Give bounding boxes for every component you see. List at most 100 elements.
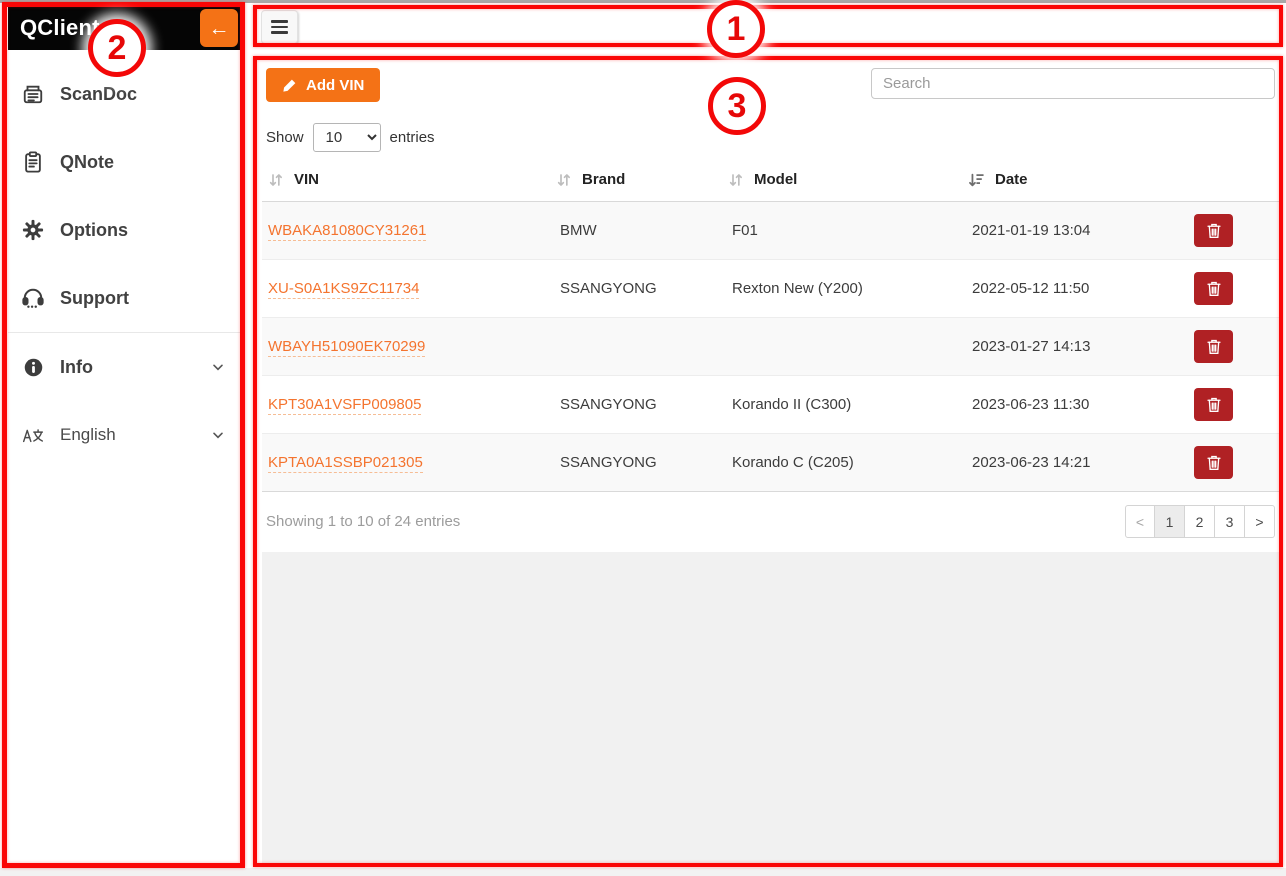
headset-icon	[20, 287, 46, 309]
actions-cell	[1184, 202, 1279, 260]
pagination-page-button[interactable]: 1	[1155, 505, 1185, 538]
brand-cell	[550, 318, 722, 376]
vin-table: VIN Brand	[262, 162, 1279, 492]
hamburger-icon	[271, 20, 288, 23]
sidebar-collapse-button[interactable]: ←	[200, 9, 238, 47]
model-cell	[722, 318, 962, 376]
column-header-actions	[1184, 162, 1279, 202]
arrow-left-icon: ←	[209, 18, 230, 39]
table-row: KPT30A1VSFP009805SSANGYONGKorando II (C3…	[262, 376, 1279, 434]
gear-icon	[20, 219, 46, 241]
trash-icon	[1206, 222, 1222, 239]
table-toolbar: Add VIN	[262, 61, 1279, 102]
pagination-page-button[interactable]: 3	[1215, 505, 1245, 538]
sidebar-item-info[interactable]: Info	[8, 333, 240, 401]
trash-icon	[1206, 396, 1222, 413]
brand-cell: SSANGYONG	[550, 434, 722, 492]
brand-cell: SSANGYONG	[550, 260, 722, 318]
pencil-icon	[282, 78, 297, 93]
vin-link[interactable]: XU-S0A1KS9ZC11734	[268, 280, 419, 299]
model-cell: Korando C (C205)	[722, 434, 962, 492]
show-label: Show	[266, 129, 304, 146]
delete-button[interactable]	[1194, 272, 1233, 305]
info-icon	[20, 357, 46, 378]
sort-icon	[268, 172, 283, 188]
column-header-brand[interactable]: Brand	[550, 162, 722, 202]
sidebar-item-language[interactable]: English	[8, 401, 240, 469]
trash-icon	[1206, 454, 1222, 471]
sidebar-item-support[interactable]: Support	[8, 264, 240, 332]
main-content: Add VIN Show 10 entries	[262, 61, 1279, 863]
vin-cell: KPT30A1VSFP009805	[262, 376, 550, 434]
sidebar-item-label: Support	[60, 288, 129, 309]
column-header-model[interactable]: Model	[722, 162, 962, 202]
model-cell: F01	[722, 202, 962, 260]
vin-link[interactable]: KPT30A1VSFP009805	[268, 396, 421, 415]
date-cell: 2023-06-23 14:21	[962, 434, 1184, 492]
actions-cell	[1184, 376, 1279, 434]
table-footer: Showing 1 to 10 of 24 entries <123>	[262, 492, 1279, 552]
content-background	[262, 552, 1279, 863]
sort-icon	[556, 172, 571, 188]
brand-cell: SSANGYONG	[550, 376, 722, 434]
date-cell: 2022-05-12 11:50	[962, 260, 1184, 318]
vin-cell: KPTA0A1SSBP021305	[262, 434, 550, 492]
language-icon	[20, 427, 46, 444]
date-cell: 2023-06-23 11:30	[962, 376, 1184, 434]
column-header-date[interactable]: Date	[962, 162, 1184, 202]
topbar	[253, 5, 1283, 47]
add-vin-button[interactable]: Add VIN	[266, 68, 380, 102]
vin-cell: WBAYH51090EK70299	[262, 318, 550, 376]
sidebar-item-label: Options	[60, 220, 128, 241]
vin-table-body: WBAKA81080CY31261 BMWF012021-01-19 13:04 X…	[262, 202, 1279, 492]
vin-link[interactable]: WBAKA81080CY31261	[268, 222, 426, 241]
table-row: WBAYH51090EK70299 2023-01-27 14:13	[262, 318, 1279, 376]
table-row: KPTA0A1SSBP021305 SSANGYONGKorando C (C20…	[262, 434, 1279, 492]
scanner-icon	[20, 83, 46, 105]
sidebar-item-label: Info	[60, 357, 93, 378]
sidebar-item-options[interactable]: Options	[8, 196, 240, 264]
page-size-control: Show 10 entries	[266, 123, 1275, 152]
date-cell: 2021-01-19 13:04	[962, 202, 1184, 260]
actions-cell	[1184, 260, 1279, 318]
table-row: WBAKA81080CY31261 BMWF012021-01-19 13:04	[262, 202, 1279, 260]
hamburger-menu-button[interactable]	[261, 10, 298, 44]
chevron-down-icon	[210, 427, 226, 443]
sidebar-menu: ScanDoc QNote	[8, 50, 240, 469]
clipboard-icon	[20, 151, 46, 173]
delete-button[interactable]	[1194, 388, 1233, 421]
brand-cell: BMW	[550, 202, 722, 260]
sort-icon	[728, 172, 743, 188]
model-cell: Rexton New (Y200)	[722, 260, 962, 318]
vin-cell: XU-S0A1KS9ZC11734	[262, 260, 550, 318]
sidebar-header: QClients ←	[8, 6, 240, 50]
delete-button[interactable]	[1194, 214, 1233, 247]
vin-link[interactable]: KPTA0A1SSBP021305	[268, 454, 423, 473]
search-input[interactable]	[871, 68, 1275, 99]
actions-cell	[1184, 318, 1279, 376]
table-header-row: VIN Brand	[262, 162, 1279, 202]
entries-label: entries	[390, 129, 435, 146]
trash-icon	[1206, 338, 1222, 355]
actions-cell	[1184, 434, 1279, 492]
showing-entries-text: Showing 1 to 10 of 24 entries	[266, 513, 460, 530]
app-title: QClients	[20, 15, 112, 41]
pagination-next-button[interactable]: >	[1245, 505, 1275, 538]
trash-icon	[1206, 280, 1222, 297]
vin-link[interactable]: WBAYH51090EK70299	[268, 338, 425, 357]
sidebar-item-qnote[interactable]: QNote	[8, 128, 240, 196]
page-size-select[interactable]: 10	[313, 123, 381, 152]
sidebar-item-scandoc[interactable]: ScanDoc	[8, 60, 240, 128]
pagination-prev-button[interactable]: <	[1125, 505, 1155, 538]
column-header-vin[interactable]: VIN	[262, 162, 550, 202]
delete-button[interactable]	[1194, 446, 1233, 479]
sidebar: QClients ← ScanDoc	[8, 6, 240, 864]
pagination-page-button[interactable]: 2	[1185, 505, 1215, 538]
date-cell: 2023-01-27 14:13	[962, 318, 1184, 376]
delete-button[interactable]	[1194, 330, 1233, 363]
add-vin-label: Add VIN	[306, 77, 364, 94]
page-bottom-edge	[0, 868, 1286, 876]
page-top-edge	[0, 0, 1286, 3]
vin-cell: WBAKA81080CY31261	[262, 202, 550, 260]
app-screen: QClients ← ScanDoc	[0, 0, 1286, 876]
